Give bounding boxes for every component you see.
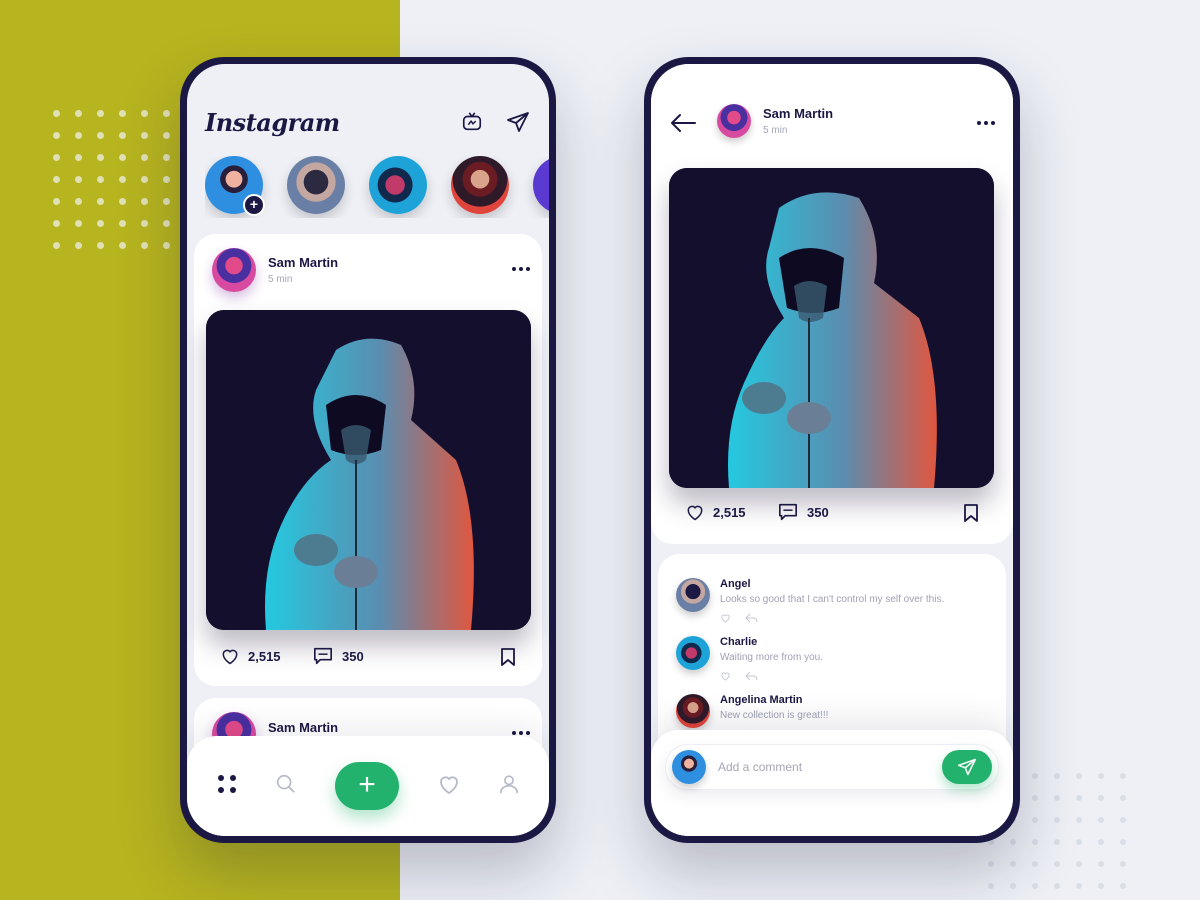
decorative-dot-grid xyxy=(45,102,177,256)
phone-feed: Instagram + Sam Martin 5 min 2,515 350 S… xyxy=(180,57,556,843)
comment-input-wrapper xyxy=(665,744,999,790)
send-icon[interactable] xyxy=(505,109,531,135)
commenter-avatar[interactable] xyxy=(676,578,710,612)
author-avatar[interactable] xyxy=(717,104,751,138)
comments-stat[interactable]: 350 xyxy=(777,502,829,522)
post-photo[interactable] xyxy=(206,310,531,630)
send-comment-button[interactable] xyxy=(942,750,992,784)
new-post-button[interactable]: + xyxy=(334,762,399,810)
phone-post-detail: Sam Martin 5 min 2,515 350 Angel Looks s… xyxy=(644,57,1020,843)
commenter-avatar[interactable] xyxy=(676,636,710,670)
story-avatar[interactable] xyxy=(369,156,427,214)
detail-screen: Sam Martin 5 min 2,515 350 Angel Looks s… xyxy=(651,64,1013,836)
story-own[interactable]: + xyxy=(205,156,265,216)
likes-stat[interactable]: 2,515 xyxy=(220,646,281,666)
heart-icon[interactable] xyxy=(437,773,461,800)
comment-text: Waiting more from you. xyxy=(720,652,823,663)
post-time: 5 min xyxy=(763,125,788,136)
commenter-avatar[interactable] xyxy=(676,694,710,728)
feed-screen: Instagram + Sam Martin 5 min 2,515 350 S… xyxy=(187,64,549,836)
comment-text: New collection is great!!! xyxy=(720,710,829,721)
like-comment-icon[interactable] xyxy=(720,613,731,623)
reply-icon[interactable] xyxy=(745,613,758,623)
comments-count: 350 xyxy=(807,504,829,520)
back-arrow-icon[interactable] xyxy=(669,112,697,139)
bookmark-icon[interactable] xyxy=(500,647,516,672)
grid-icon[interactable] xyxy=(216,773,238,800)
post-author-name[interactable]: Sam Martin xyxy=(268,255,338,270)
post-card: Sam Martin 5 min 2,515 350 xyxy=(194,234,542,686)
likes-stat[interactable]: 2,515 xyxy=(685,502,746,522)
story-avatar[interactable] xyxy=(451,156,509,214)
author-avatar[interactable] xyxy=(212,248,256,292)
add-story-icon[interactable]: + xyxy=(243,194,265,216)
bottom-nav: + xyxy=(187,736,549,836)
feed-header: Instagram xyxy=(205,102,531,142)
post-time: 5 min xyxy=(268,274,293,285)
story-avatar[interactable] xyxy=(533,156,549,214)
more-options-icon[interactable] xyxy=(512,267,530,271)
current-user-avatar xyxy=(672,750,706,784)
search-icon[interactable] xyxy=(275,773,297,800)
more-options-icon[interactable] xyxy=(512,731,530,735)
commenter-name[interactable]: Charlie xyxy=(720,636,823,648)
comment-text: Looks so good that I can't control my se… xyxy=(720,594,945,605)
post-author-name[interactable]: Sam Martin xyxy=(268,720,338,735)
comment-icon xyxy=(779,503,798,521)
story-avatar[interactable] xyxy=(287,156,345,214)
comment-icon xyxy=(314,647,332,665)
more-options-icon[interactable] xyxy=(977,121,995,125)
stories-row: + xyxy=(205,156,549,218)
comment-composer xyxy=(651,730,1013,836)
comment-item: Charlie Waiting more from you. xyxy=(676,636,988,681)
comment-item: Angel Looks so good that I can't control… xyxy=(676,578,988,623)
detail-post-card: Sam Martin 5 min 2,515 350 xyxy=(651,64,1013,544)
post-photo[interactable] xyxy=(669,168,994,488)
heart-icon xyxy=(222,649,238,665)
commenter-name[interactable]: Angel xyxy=(720,578,944,590)
post-author-name[interactable]: Sam Martin xyxy=(763,106,833,121)
user-icon[interactable] xyxy=(498,773,520,800)
like-comment-icon[interactable] xyxy=(720,671,731,681)
likes-count: 2,515 xyxy=(713,504,746,520)
comment-input[interactable] xyxy=(718,760,942,774)
comments-stat[interactable]: 350 xyxy=(312,646,364,666)
likes-count: 2,515 xyxy=(248,648,281,664)
heart-icon xyxy=(687,505,703,521)
comments-count: 350 xyxy=(342,648,364,664)
igtv-icon[interactable] xyxy=(459,109,485,135)
bookmark-icon[interactable] xyxy=(963,503,979,528)
app-logo: Instagram xyxy=(205,107,340,137)
reply-icon[interactable] xyxy=(745,671,758,681)
send-icon xyxy=(957,758,977,776)
commenter-name[interactable]: Angelina Martin xyxy=(720,694,828,706)
